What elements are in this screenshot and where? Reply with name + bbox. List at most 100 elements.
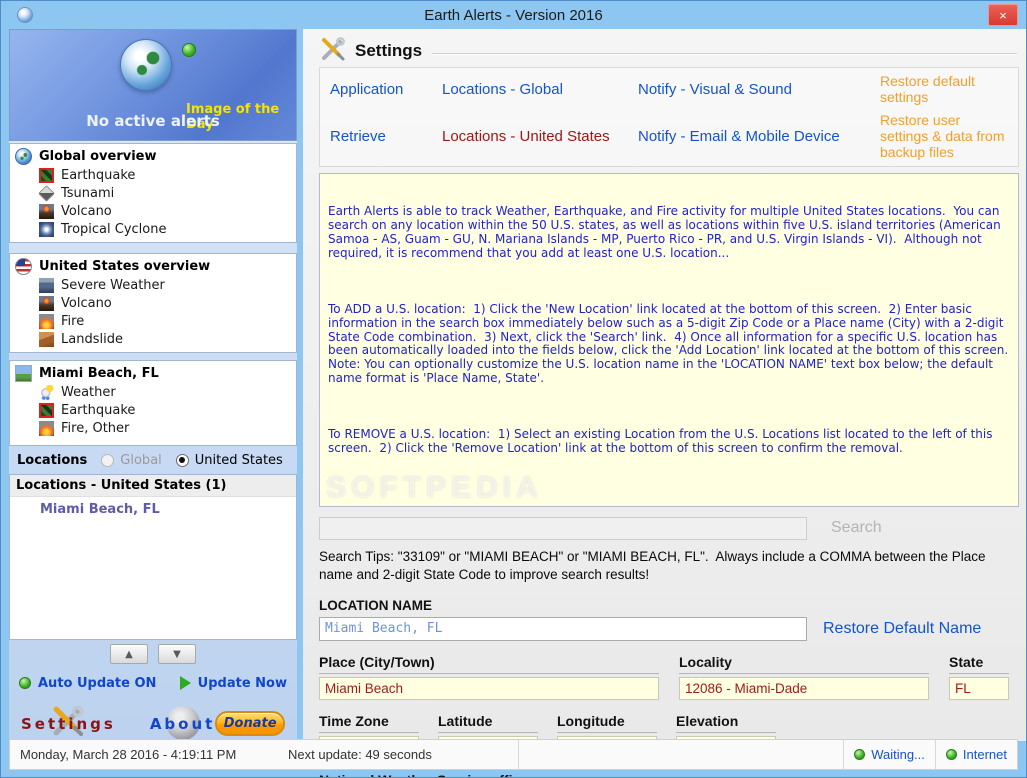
search-row: Search xyxy=(319,516,1019,540)
volcano-icon xyxy=(39,203,54,219)
tab-notify-visual-sound[interactable]: Notify - Visual & Sound xyxy=(638,81,880,98)
item-label: Tropical Cyclone xyxy=(61,221,167,237)
about-link[interactable]: About xyxy=(150,706,216,740)
sidebar-item-weather[interactable]: Weather xyxy=(39,384,291,400)
locality-input[interactable] xyxy=(679,676,929,700)
tab-retrieve[interactable]: Retrieve xyxy=(330,128,442,145)
fire-icon xyxy=(39,313,54,329)
radio-label: Global xyxy=(120,452,162,468)
instructions-paragraph: To REMOVE a U.S. location: 1) Select an … xyxy=(328,426,997,455)
sidebar-item-fire-other[interactable]: Fire, Other xyxy=(39,420,291,436)
waiting-label: Waiting... xyxy=(871,747,925,762)
sidebar-item-severe-weather[interactable]: Severe Weather xyxy=(39,277,291,293)
move-down-button[interactable]: ▼ xyxy=(158,644,196,664)
tab-application[interactable]: Application xyxy=(330,81,442,98)
sidebar-item-tropical-cyclone[interactable]: Tropical Cyclone xyxy=(39,221,291,237)
page-title: Settings xyxy=(355,41,423,60)
nws-office-field: National Weather Service office xyxy=(319,772,779,777)
titlebar[interactable]: Earth Alerts - Version 2016 × xyxy=(1,1,1026,29)
settings-tools-icon xyxy=(319,36,347,67)
sidebar-item-earthquake[interactable]: Earthquake xyxy=(39,167,291,183)
fire-icon xyxy=(39,420,54,436)
instructions-box: Earth Alerts is able to track Weather, E… xyxy=(319,173,1019,507)
radio-label: United States xyxy=(194,452,283,468)
status-next-update: Next update: 49 seconds xyxy=(288,747,432,762)
no-active-alerts-text: No active alerts xyxy=(86,112,220,130)
location-name-input[interactable] xyxy=(319,616,807,641)
status-internet: Internet xyxy=(934,740,1017,769)
settings-header: Settings xyxy=(319,36,1019,67)
radio-global[interactable]: Global xyxy=(101,452,162,468)
section-title: Miami Beach, FL xyxy=(39,366,159,381)
internet-label: Internet xyxy=(962,747,1007,762)
tab-locations-global[interactable]: Locations - Global xyxy=(442,81,638,98)
severe-weather-icon xyxy=(39,277,54,293)
list-item-miami-beach[interactable]: Miami Beach, FL xyxy=(10,497,296,517)
radio-united-states[interactable]: United States xyxy=(175,452,283,468)
sidebar-item-landslide[interactable]: Landslide xyxy=(39,331,291,347)
watermark: SOFTPEDIA xyxy=(326,470,543,504)
item-label: Severe Weather xyxy=(61,277,165,293)
sidebar-item-earthquake-local[interactable]: Earthquake xyxy=(39,402,291,418)
sidebar: Image of the Day No active alerts Global… xyxy=(9,29,297,741)
longitude-label: Longitude xyxy=(557,713,657,733)
status-bar: Monday, March 28 2016 - 4:19:11 PM Next … xyxy=(9,739,1018,770)
location-picture-icon xyxy=(15,365,32,382)
us-flag-icon xyxy=(15,258,32,275)
window-title: Earth Alerts - Version 2016 xyxy=(424,6,603,24)
locations-list-header: Locations - United States (1) xyxy=(10,475,296,497)
internet-status-icon xyxy=(945,749,957,760)
instructions-paragraph: Earth Alerts is able to track Weather, E… xyxy=(328,204,1005,260)
waiting-status-icon xyxy=(854,749,866,760)
settings-tabs: Application Locations - Global Notify - … xyxy=(319,67,1019,168)
section-title: United States overview xyxy=(39,259,211,274)
settings-link[interactable]: Settings xyxy=(21,705,116,737)
status-spacer xyxy=(518,740,843,769)
status-waiting: Waiting... xyxy=(843,740,935,769)
miami-beach-section: Miami Beach, FL Weather Earthquake Fire,… xyxy=(9,360,297,446)
search-input[interactable] xyxy=(319,516,807,540)
close-button[interactable]: × xyxy=(988,4,1018,26)
location-name-label: LOCATION NAME xyxy=(319,597,432,613)
restore-user-settings-link[interactable]: Restore user settings & data from backup… xyxy=(880,112,1008,160)
elevation-label: Elevation xyxy=(676,713,776,733)
tab-locations-united-states[interactable]: Locations - United States xyxy=(442,128,638,145)
state-input[interactable] xyxy=(949,676,1009,700)
global-overview-section: Global overview Earthquake Tsunami Volca… xyxy=(9,143,297,243)
sidebar-item-tsunami[interactable]: Tsunami xyxy=(38,184,291,202)
settings-panel: Settings Application Locations - Global … xyxy=(303,29,1026,777)
image-of-day-panel[interactable]: Image of the Day No active alerts xyxy=(9,29,297,141)
item-label: Weather xyxy=(61,384,116,400)
auto-update-label: Auto Update ON xyxy=(38,675,157,691)
sidebar-item-volcano-us[interactable]: Volcano xyxy=(39,295,291,311)
update-now-button[interactable]: Update Now xyxy=(179,675,287,691)
globe-icon xyxy=(15,148,32,165)
locality-label: Locality xyxy=(679,654,929,674)
item-label: Earthquake xyxy=(61,402,136,418)
app-window: Earth Alerts - Version 2016 × Image of t… xyxy=(0,0,1027,778)
nws-office-label: National Weather Service office xyxy=(319,772,779,777)
header-rule xyxy=(432,53,1017,55)
donate-button[interactable]: Donate xyxy=(215,710,285,736)
auto-update-toggle[interactable]: Auto Update ON xyxy=(19,676,156,691)
sidebar-item-fire-us[interactable]: Fire xyxy=(39,313,291,329)
item-label: Fire xyxy=(61,313,85,329)
search-button[interactable]: Search xyxy=(831,519,882,537)
locations-list: Locations - United States (1) Miami Beac… xyxy=(9,474,297,640)
settings-label: Settings xyxy=(21,714,116,733)
item-label: Volcano xyxy=(61,295,112,311)
item-label: Tsunami xyxy=(61,185,115,201)
volcano-icon xyxy=(39,295,54,311)
sidebar-item-volcano-global[interactable]: Volcano xyxy=(39,203,291,219)
auto-update-status-icon xyxy=(19,677,31,689)
restore-default-name-link[interactable]: Restore Default Name xyxy=(823,620,981,638)
restore-default-settings-link[interactable]: Restore default settings xyxy=(880,73,1008,105)
update-now-label: Update Now xyxy=(197,675,287,691)
place-input[interactable] xyxy=(319,676,659,700)
item-label: Volcano xyxy=(61,203,112,219)
play-icon xyxy=(179,676,191,690)
state-label: State xyxy=(949,654,1009,674)
earthquake-icon xyxy=(39,167,54,183)
move-up-button[interactable]: ▲ xyxy=(110,644,148,664)
tab-notify-email-mobile[interactable]: Notify - Email & Mobile Device xyxy=(638,128,880,145)
